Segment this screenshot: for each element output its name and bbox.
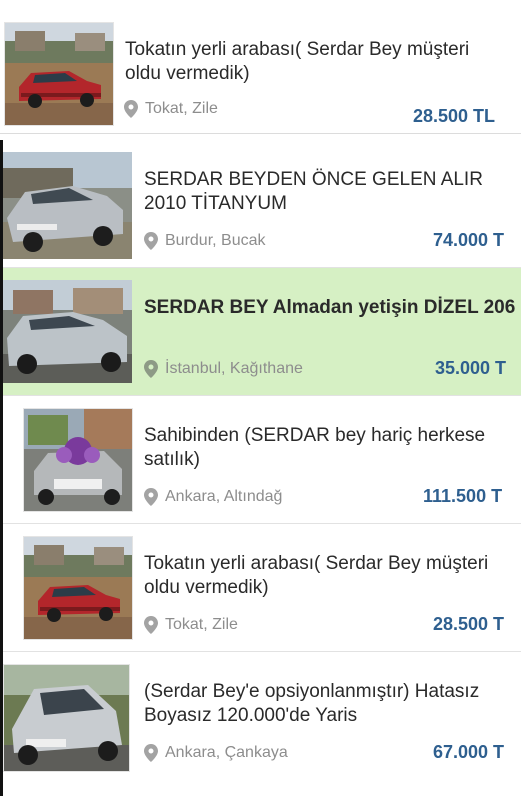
listing-price: 111.500 T [423, 486, 503, 506]
silver-focus-photo [3, 152, 132, 259]
listing-price: 28.500 TL [412, 106, 495, 126]
listing-location-text: Ankara, Çankaya [165, 744, 288, 761]
listing-row[interactable]: (Serdar Bey'e opsiyonlanmıştır) Hatasız … [3, 652, 521, 780]
red-sedan-photo [24, 537, 132, 639]
silver-yaris-photo [4, 665, 129, 771]
listing-title[interactable]: Tokatın yerli arabası( Serdar Bey müşter… [144, 552, 514, 600]
listing-title[interactable]: Tokatın yerli arabası( Serdar Bey müşter… [125, 38, 505, 86]
listing-thumbnail[interactable] [3, 280, 132, 383]
silver-206-photo [3, 280, 132, 383]
listing-price: 35.000 T [435, 358, 507, 378]
listing-location: Tokat, Zile [144, 616, 238, 634]
listing-title[interactable]: SERDAR BEYDEN ÖNCE GELEN ALIR 2010 TİTAN… [144, 168, 514, 216]
listing-title[interactable]: (Serdar Bey'e opsiyonlanmıştır) Hatasız … [144, 680, 514, 728]
location-pin-icon [144, 488, 158, 506]
location-pin-icon [124, 100, 138, 118]
listing-list: SERDAR BEYDEN ÖNCE GELEN ALIR 2010 TİTAN… [0, 140, 521, 796]
listing-location-text: İstanbul, Kağıthane [165, 360, 303, 377]
listing-price: 28.500 T [433, 614, 505, 634]
listing-price: 67.000 T [433, 742, 505, 762]
location-pin-icon [144, 232, 158, 250]
listing-card-top[interactable]: Tokatın yerli arabası( Serdar Bey müşter… [0, 8, 521, 134]
listing-thumbnail[interactable] [3, 152, 132, 259]
location-pin-icon [144, 744, 158, 762]
listing-thumbnail[interactable] [4, 22, 114, 126]
listing-location-text: Burdur, Bucak [165, 232, 266, 249]
listing-title[interactable]: Sahibinden (SERDAR bey hariç herkese sat… [144, 424, 514, 472]
listing-location: Ankara, Altındağ [144, 488, 282, 506]
red-sedan-photo [5, 23, 113, 125]
listing-location-text: Tokat, Zile [145, 100, 218, 117]
wedding-car-photo [24, 409, 132, 511]
listing-location: İstanbul, Kağıthane [144, 360, 303, 378]
listing-thumbnail[interactable] [3, 664, 130, 772]
listing-location: Tokat, Zile [124, 100, 218, 118]
listing-row[interactable]: Sahibinden (SERDAR bey hariç herkese sat… [3, 396, 521, 524]
listing-price: 74.000 T [433, 230, 505, 250]
listing-row[interactable]: SERDAR BEYDEN ÖNCE GELEN ALIR 2010 TİTAN… [3, 140, 521, 268]
listing-location-text: Tokat, Zile [165, 616, 238, 633]
listing-location: Ankara, Çankaya [144, 744, 288, 762]
listing-thumbnail[interactable] [23, 408, 133, 512]
listing-row-highlighted[interactable]: SERDAR BEY Almadan yetişin DİZEL 206 İst… [3, 268, 521, 396]
listing-row[interactable]: Tokatın yerli arabası( Serdar Bey müşter… [3, 524, 521, 652]
listing-location-text: Ankara, Altındağ [165, 488, 283, 505]
location-pin-icon [144, 360, 158, 378]
listing-thumbnail[interactable] [23, 536, 133, 640]
listing-title[interactable]: SERDAR BEY Almadan yetişin DİZEL 206 [144, 296, 521, 320]
listing-location: Burdur, Bucak [144, 232, 266, 250]
location-pin-icon [144, 616, 158, 634]
